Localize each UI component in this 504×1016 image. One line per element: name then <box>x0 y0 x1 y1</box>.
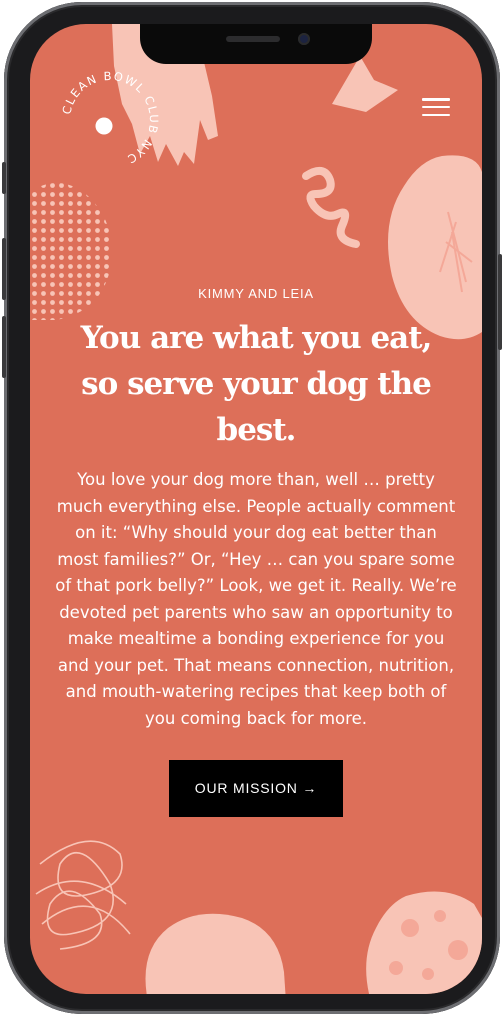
decorative-squiggle <box>302 166 360 248</box>
hero-headline: You are what you eat, so serve your dog … <box>80 320 433 448</box>
our-mission-button[interactable]: OUR MISSION → <box>169 760 343 817</box>
hero-body-text: You love your dog more than, well … pret… <box>55 470 457 728</box>
brand-logo-badge: CLEAN BOWL CLUB NYC <box>59 69 161 167</box>
hamburger-menu-icon <box>422 98 450 101</box>
app-screen: CLEAN BOWL CLUB NYC KIMMY AND LEIA You a… <box>30 24 482 994</box>
front-camera <box>298 33 310 45</box>
decorative-scribble <box>35 840 131 950</box>
phone-notch <box>140 24 372 64</box>
hero-eyebrow: KIMMY AND LEIA <box>198 286 314 301</box>
hamburger-menu-line <box>422 113 450 116</box>
phone-frame: CLEAN BOWL CLUB NYC KIMMY AND LEIA You a… <box>2 2 502 1014</box>
logo-text: CLEAN BOWL CLUB NYC <box>59 69 159 167</box>
phone-power-button <box>498 254 502 350</box>
menu-button[interactable] <box>416 92 456 122</box>
hamburger-menu-line <box>422 105 450 109</box>
speaker-grille <box>226 36 280 42</box>
hero-section: KIMMY AND LEIA You are what you eat, so … <box>30 286 482 817</box>
phone-side-button <box>2 162 6 194</box>
decorative-blob-bottom <box>145 913 286 994</box>
phone-volume-down-button <box>2 316 6 378</box>
decorative-spotted-blob <box>366 891 482 994</box>
svg-text:CLEAN BOWL CLUB NYC: CLEAN BOWL CLUB NYC <box>59 69 161 167</box>
phone-volume-up-button <box>2 238 6 300</box>
